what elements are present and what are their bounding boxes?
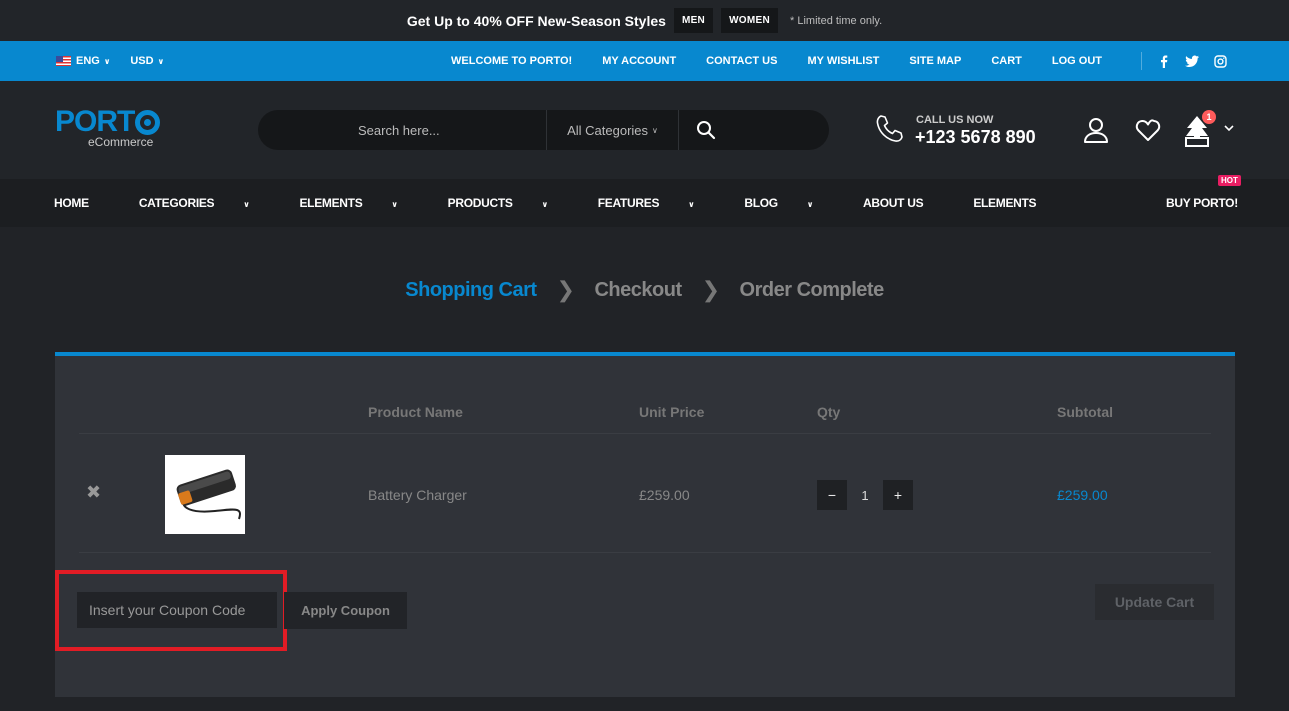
divider [1141, 52, 1142, 70]
link-my-account[interactable]: MY ACCOUNT [602, 55, 676, 67]
promo-bar: Get Up to 40% OFF New-Season Styles MEN … [0, 0, 1289, 41]
call-label: CALL US NOW [916, 114, 994, 126]
nav-categories[interactable]: CATEGORIES ∨ [139, 196, 275, 210]
twitter-icon[interactable] [1185, 55, 1199, 68]
link-cart[interactable]: CART [991, 55, 1022, 67]
update-cart-button[interactable]: Update Cart [1095, 584, 1214, 620]
step-shopping-cart[interactable]: Shopping Cart [405, 279, 537, 302]
link-welcome[interactable]: WELCOME TO PORTO! [451, 55, 572, 67]
nav-buy-porto[interactable]: BUY PORTO! [1166, 196, 1238, 210]
main-nav: HOME CATEGORIES ∨ ELEMENTS ∨ PRODUCTS ∨ FEA… [0, 179, 1289, 227]
divider [79, 552, 1211, 553]
currency-switcher[interactable]: USD ∨ [130, 55, 164, 67]
chevron-down-icon: ∨ [243, 200, 250, 209]
apply-coupon-button[interactable]: Apply Coupon [284, 592, 407, 629]
chevron-down-icon[interactable] [1224, 125, 1234, 132]
divider [79, 433, 1211, 434]
logo-subtitle: eCommerce [88, 135, 154, 149]
search-bar: All Categories∨ [258, 110, 829, 150]
product-name[interactable]: Battery Charger [368, 487, 467, 503]
product-thumbnail[interactable] [165, 455, 245, 534]
checkout-steps: Shopping Cart ❯ Checkout ❯ Order Complet… [0, 275, 1289, 305]
col-qty: Qty [817, 404, 841, 420]
search-input[interactable] [358, 110, 538, 150]
product-subtotal: £259.00 [1057, 487, 1108, 503]
battery-charger-image [176, 469, 241, 520]
us-flag-icon [56, 56, 71, 67]
chevron-down-icon: ∨ [391, 200, 398, 209]
chevron-down-icon: ∨ [103, 57, 111, 66]
phone-icon [876, 115, 903, 142]
category-select[interactable]: All Categories ∨ [546, 110, 679, 150]
top-bar: ENG ∨ USD ∨ WELCOME TO PORTO! MY ACCOUNT C… [0, 41, 1289, 81]
logo[interactable]: PORT eCommerce [55, 107, 161, 149]
remove-item-icon[interactable]: ✖ [86, 482, 101, 503]
col-product-name: Product Name [368, 404, 463, 420]
promo-note: * Limited time only. [790, 14, 883, 27]
promo-men-button[interactable]: MEN [673, 8, 714, 33]
chevron-right-icon: ❯ [701, 277, 720, 302]
heart-icon[interactable] [1135, 119, 1161, 142]
promo-text: Get Up to 40% OFF New-Season Styles [406, 12, 666, 29]
cart-count-badge: 1 [1202, 110, 1216, 124]
nav-about-us[interactable]: ABOUT US [863, 196, 948, 210]
call-number[interactable]: +123 5678 890 [915, 127, 1036, 148]
chevron-down-icon: ∨ [652, 125, 658, 135]
step-checkout[interactable]: Checkout [594, 279, 682, 302]
link-log-out[interactable]: LOG OUT [1052, 55, 1102, 67]
nav-elements[interactable]: ELEMENTS ∨ [299, 196, 422, 210]
col-unit-price: Unit Price [639, 404, 705, 420]
coupon-code-input[interactable] [77, 592, 277, 628]
chevron-down-icon: ∨ [157, 57, 165, 66]
nav-blog[interactable]: BLOG ∨ [744, 196, 838, 210]
chevron-down-icon: ∨ [806, 200, 814, 209]
logo-o-mark [135, 109, 161, 135]
cart-table-panel: Product Name Unit Price Qty Subtotal ✖ B… [55, 352, 1235, 697]
chevron-right-icon: ❯ [556, 277, 575, 302]
link-my-wishlist[interactable]: MY WISHLIST [807, 55, 879, 67]
promo-women-button[interactable]: WOMEN [721, 8, 779, 33]
nav-home[interactable]: HOME [54, 196, 114, 210]
decrement-button[interactable]: − [817, 480, 847, 510]
product-unit-price: £259.00 [639, 487, 690, 503]
search-icon[interactable] [696, 120, 716, 140]
quantity-value[interactable]: 1 [847, 480, 883, 510]
col-subtotal: Subtotal [1057, 404, 1113, 420]
nav-features[interactable]: FEATURES ∨ [598, 196, 720, 210]
link-site-map[interactable]: SITE MAP [909, 55, 961, 67]
chevron-down-icon: ∨ [541, 200, 549, 209]
site-header: PORT eCommerce All Categories∨ CALL US N… [0, 81, 1289, 179]
increment-button[interactable]: + [883, 480, 913, 510]
facebook-icon[interactable] [1158, 55, 1170, 68]
language-switcher[interactable]: ENG ∨ [56, 55, 110, 67]
link-contact-us[interactable]: CONTACT US [706, 55, 777, 67]
instagram-icon[interactable] [1214, 54, 1227, 68]
quantity-stepper: − 1 + [817, 479, 913, 511]
hot-badge: HOT [1218, 175, 1241, 186]
step-order-complete[interactable]: Order Complete [740, 279, 885, 302]
nav-elements-2[interactable]: ELEMENTS [973, 196, 1061, 210]
chevron-down-icon: ∨ [688, 200, 695, 209]
user-icon[interactable] [1083, 117, 1109, 143]
nav-products[interactable]: PRODUCTS ∨ [448, 196, 573, 210]
